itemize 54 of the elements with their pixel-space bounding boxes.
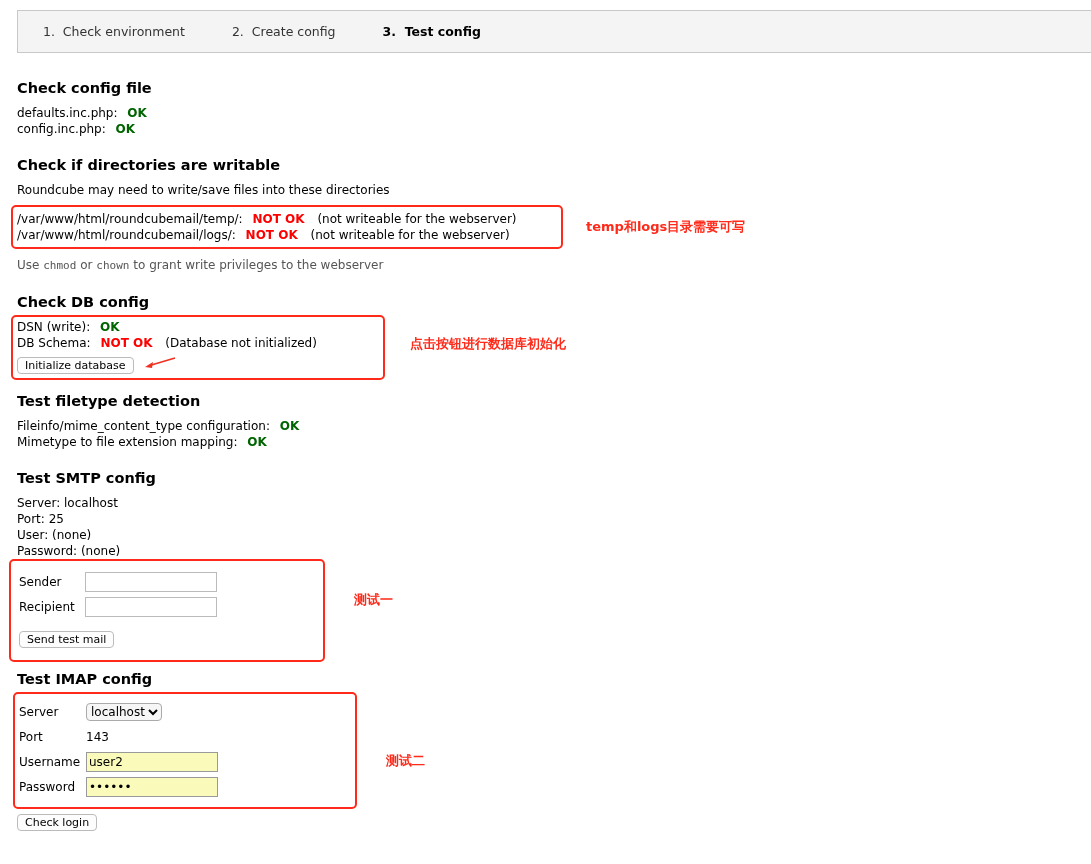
check-status: OK (279, 419, 300, 433)
annotation-text: temp和logs目录需要可写 (586, 218, 746, 236)
initialize-database-button[interactable]: Initialize database (17, 357, 134, 374)
input-field[interactable] (85, 571, 217, 592)
hint-text: Use chmod or chown to grant write privileges to the webserver (17, 257, 385, 274)
check-note: (not writeable for the webserver) (317, 212, 517, 226)
check-status: OK (127, 106, 147, 120)
input-field[interactable]: user2 (86, 751, 218, 772)
annotation-text: 点击按钮进行数据库初始化 (410, 334, 566, 353)
intro-text: Roundcube may need to write/save files into these directories (17, 182, 391, 198)
section-heading: Check config file (17, 79, 153, 97)
check-label: /var/www/html/roundcubemail/temp/: (17, 212, 243, 226)
check-login-button[interactable]: Check login (17, 814, 98, 831)
step-tab[interactable]: 2. Create config (231, 24, 336, 39)
check-label: Mimetype to file extension mapping: (17, 435, 238, 449)
section-heading: Check if directories are writable (17, 156, 282, 174)
check-status: NOT OK (100, 336, 153, 350)
field-label: Sender (19, 574, 63, 589)
field-label: Port (19, 729, 44, 744)
check-status: NOT OK (245, 228, 298, 242)
check-label: Fileinfo/mime_content_type configuration: (17, 419, 270, 433)
field-label: Password (19, 779, 77, 794)
input-field[interactable]: •••••• (86, 776, 218, 797)
step-tab[interactable]: 3. Test config (382, 24, 481, 39)
section-heading: Check DB config (17, 293, 151, 311)
info-text: Port: 25 (17, 511, 65, 527)
section-heading: Test SMTP config (17, 469, 157, 487)
field-label: Server (19, 704, 60, 719)
info-text: Password: (none) (17, 543, 122, 559)
check-note: (not writeable for the webserver) (310, 228, 510, 242)
check-label: defaults.inc.php: (17, 106, 118, 120)
section-heading: Test IMAP config (17, 670, 154, 688)
check-label: /var/www/html/roundcubemail/logs/: (17, 228, 236, 242)
port-value: 143 (86, 729, 109, 744)
check-status: NOT OK (252, 212, 305, 226)
check-label: DSN (write): (17, 320, 91, 334)
field-label: Recipient (19, 599, 76, 614)
check-status: OK (247, 435, 267, 449)
check-status: OK (115, 122, 136, 136)
check-label: DB Schema: (17, 336, 91, 350)
check-status: OK (100, 320, 120, 334)
check-note: (Database not initialized) (165, 336, 317, 350)
annotation-arrow (143, 356, 176, 369)
send-test-mail-button[interactable]: Send test mail (19, 631, 115, 648)
check-label: config.inc.php: (17, 122, 106, 136)
input-field[interactable] (85, 596, 217, 617)
section-heading: Test filetype detection (17, 392, 202, 410)
field-label: Username (19, 754, 82, 769)
server-select[interactable]: localhost (86, 702, 162, 721)
annotation-text: 测试二 (386, 751, 425, 770)
annotation-text: 测试一 (354, 590, 393, 609)
info-text: User: (none) (17, 527, 93, 543)
step-tab[interactable]: 1. Check environment (43, 24, 185, 39)
info-text: Server: localhost (17, 495, 119, 511)
